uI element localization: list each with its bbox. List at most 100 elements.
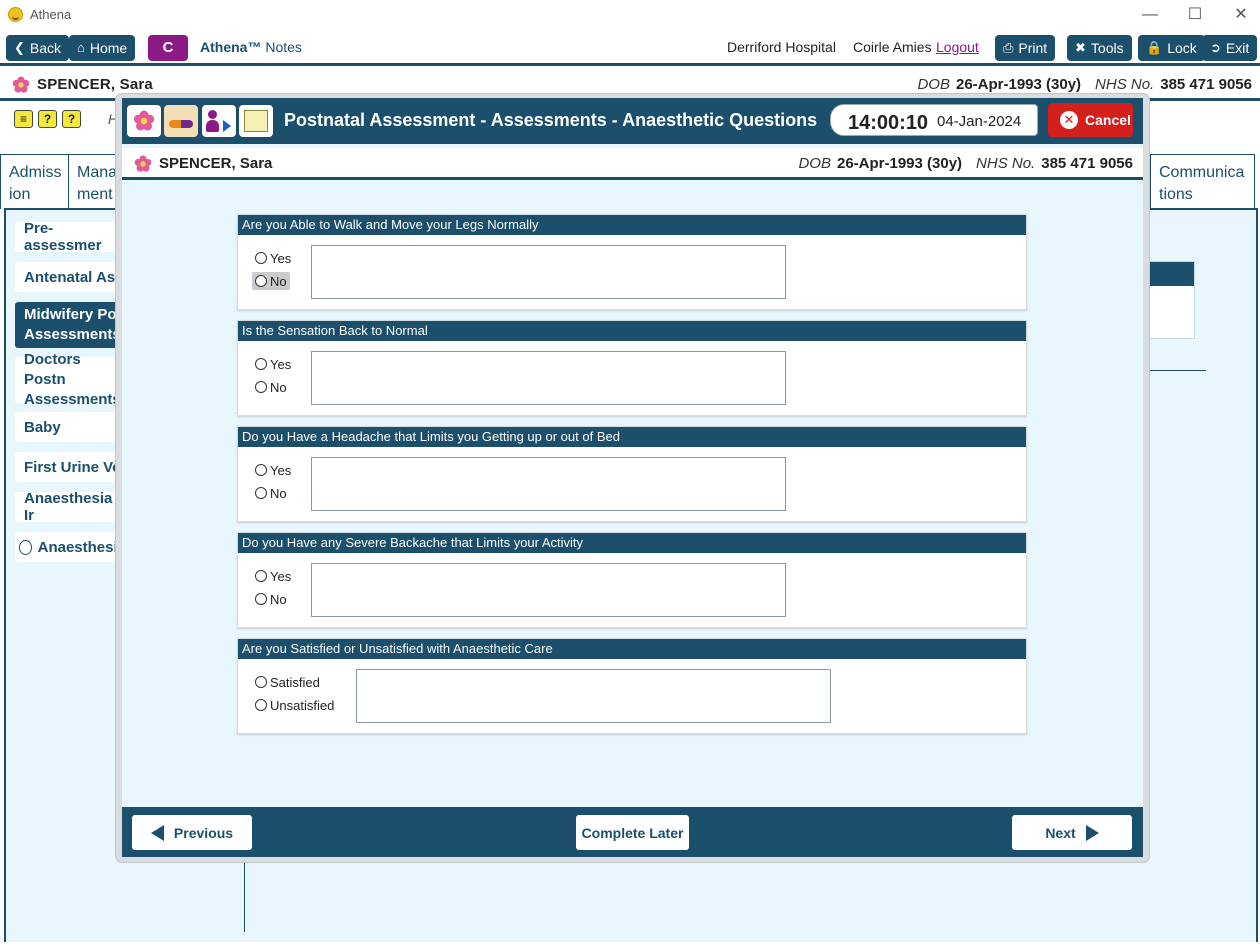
window-titlebar: Athena — ☐ ✕	[0, 0, 1260, 30]
radio-walk-no[interactable]: No	[252, 272, 290, 290]
nhs-label: NHS No.	[976, 155, 1036, 172]
question-card-satisfaction: Are you Satisfied or Unsatisfied with An…	[237, 638, 1027, 734]
athena-logo-icon	[8, 7, 23, 22]
back-button[interactable]: ❮ Back	[6, 35, 70, 61]
help-icon[interactable]: ?	[38, 110, 57, 128]
exit-label: Exit	[1225, 40, 1250, 56]
background-divider-vertical	[244, 862, 245, 932]
radio-backache-yes[interactable]: Yes	[252, 567, 294, 585]
home-icon: ⌂	[77, 40, 85, 55]
radio-satisfied[interactable]: Satisfied	[252, 673, 323, 691]
dob-value: 26-Apr-1993 (30y)	[955, 76, 1082, 93]
c-button[interactable]: C	[148, 35, 188, 61]
next-label: Next	[1045, 824, 1076, 841]
option-label: No	[270, 273, 287, 289]
dob-label: DOB	[917, 76, 950, 93]
question-label: Do you Have any Severe Backache that Lim…	[238, 533, 1026, 553]
assessment-modal: Postnatal Assessment - Assessments - Ana…	[116, 94, 1149, 862]
status-circle-icon	[19, 539, 32, 555]
chevron-left-icon: ❮	[14, 40, 25, 55]
arrow-left-icon	[150, 824, 164, 841]
modal-patient-banner: SPENCER, Sara DOB 26-Apr-1993 (30y) NHS No…	[122, 148, 1143, 180]
question-card-sensation: Is the Sensation Back to Normal Yes No	[237, 320, 1027, 416]
notes-icon[interactable]: ≡	[14, 110, 33, 128]
main-toolbar: ❮ Back ⌂ Home C Athena™ Notes Derriford …	[0, 30, 1260, 66]
print-button[interactable]: ⎙ Print	[995, 35, 1056, 61]
question-label: Is the Sensation Back to Normal	[238, 321, 1026, 341]
minimize-icon[interactable]: —	[1135, 4, 1165, 26]
option-label: Yes	[270, 250, 292, 266]
complete-later-button[interactable]: Complete Later	[576, 815, 689, 850]
logout-link[interactable]: Logout	[936, 39, 979, 55]
baby-next-icon[interactable]	[202, 105, 236, 137]
current-date: 04-Jan-2024	[937, 113, 1022, 130]
sidebar-item-label: Anaesthesia	[37, 538, 126, 556]
tab-admission[interactable]: Admiss ion	[0, 154, 69, 209]
radio-headache-yes[interactable]: Yes	[252, 461, 294, 479]
modal-footer: Previous Complete Later Next	[122, 807, 1143, 857]
radio-icon	[255, 275, 267, 287]
radio-walk-yes[interactable]: Yes	[252, 249, 294, 267]
home-button[interactable]: ⌂ Home	[69, 35, 136, 61]
lock-label: Lock	[1167, 40, 1197, 56]
comment-field-headache[interactable]	[311, 457, 786, 511]
radio-headache-no[interactable]: No	[252, 484, 290, 502]
current-time: 14:00:10	[848, 112, 929, 134]
medication-pill-icon[interactable]	[164, 105, 198, 137]
radio-sensation-no[interactable]: No	[252, 378, 290, 396]
radio-backache-no[interactable]: No	[252, 590, 290, 608]
comment-field-walk[interactable]	[311, 245, 786, 299]
modal-body: Postnatal Assessment - Assessments - Ana…	[122, 98, 1143, 857]
dob-label: DOB	[798, 155, 831, 172]
quick-icons: ≡ ? ?	[14, 110, 81, 128]
comment-field-backache[interactable]	[311, 563, 786, 617]
question-label: Do you Have a Headache that Limits you G…	[238, 427, 1026, 447]
app-name: Athena™ Notes	[200, 39, 302, 55]
back-label: Back	[29, 40, 62, 56]
patient-name: SPENCER, Sara	[37, 76, 153, 93]
previous-button[interactable]: Previous	[132, 815, 252, 850]
nhs-label: NHS No.	[1095, 76, 1155, 93]
modal-header: Postnatal Assessment - Assessments - Ana…	[122, 98, 1143, 144]
tools-button[interactable]: ✖ Tools	[1067, 35, 1132, 61]
window-title: Athena	[30, 7, 72, 22]
comment-field-satisfaction[interactable]	[356, 669, 831, 723]
option-label: No	[270, 485, 287, 501]
lock-icon: 🔒	[1146, 40, 1163, 55]
exit-button[interactable]: ➲ Exit	[1202, 35, 1258, 61]
option-label: Yes	[270, 356, 292, 372]
cancel-x-icon: ✕	[1060, 111, 1078, 129]
notes-pad-icon[interactable]	[239, 105, 273, 137]
user-name: Coirle Amies	[853, 39, 932, 55]
maximize-icon[interactable]: ☐	[1180, 4, 1210, 26]
radio-icon	[255, 358, 267, 370]
patient-identifiers: DOB 26-Apr-1993 (30y) NHS No. 385 471 9056	[917, 76, 1252, 93]
flower-app-icon[interactable]	[127, 105, 161, 137]
question-label: Are you Satisfied or Unsatisfied with An…	[238, 639, 1026, 659]
radio-unsatisfied[interactable]: Unsatisfied	[252, 696, 337, 714]
help-icon-2[interactable]: ?	[62, 110, 81, 128]
radio-icon	[255, 676, 267, 688]
tab-communications[interactable]: Communica tions	[1150, 154, 1255, 209]
arrow-right-icon	[1085, 824, 1099, 841]
nhs-value: 385 471 9056	[1041, 155, 1133, 172]
comment-field-sensation[interactable]	[311, 351, 786, 405]
radio-sensation-yes[interactable]: Yes	[252, 355, 294, 373]
radio-icon	[255, 252, 267, 264]
next-button[interactable]: Next	[1012, 815, 1132, 850]
option-label: Satisfied	[270, 674, 320, 690]
radio-icon	[255, 593, 267, 605]
patient-name: SPENCER, Sara	[159, 155, 273, 172]
close-window-icon[interactable]: ✕	[1226, 4, 1256, 26]
question-card-walk: Are you Able to Walk and Move your Legs …	[237, 214, 1027, 310]
datetime-display: 14:00:10 04-Jan-2024	[830, 104, 1038, 136]
modal-title: Postnatal Assessment - Assessments - Ana…	[284, 110, 818, 130]
lock-button[interactable]: 🔒 Lock	[1138, 35, 1205, 61]
question-label: Are you Able to Walk and Move your Legs …	[238, 215, 1026, 235]
nhs-value: 385 471 9056	[1160, 76, 1252, 93]
cancel-button[interactable]: ✕ Cancel	[1048, 103, 1133, 137]
radio-icon	[255, 699, 267, 711]
app-module: Notes	[265, 39, 302, 55]
question-card-headache: Do you Have a Headache that Limits you G…	[237, 426, 1027, 522]
option-label: No	[270, 591, 287, 607]
